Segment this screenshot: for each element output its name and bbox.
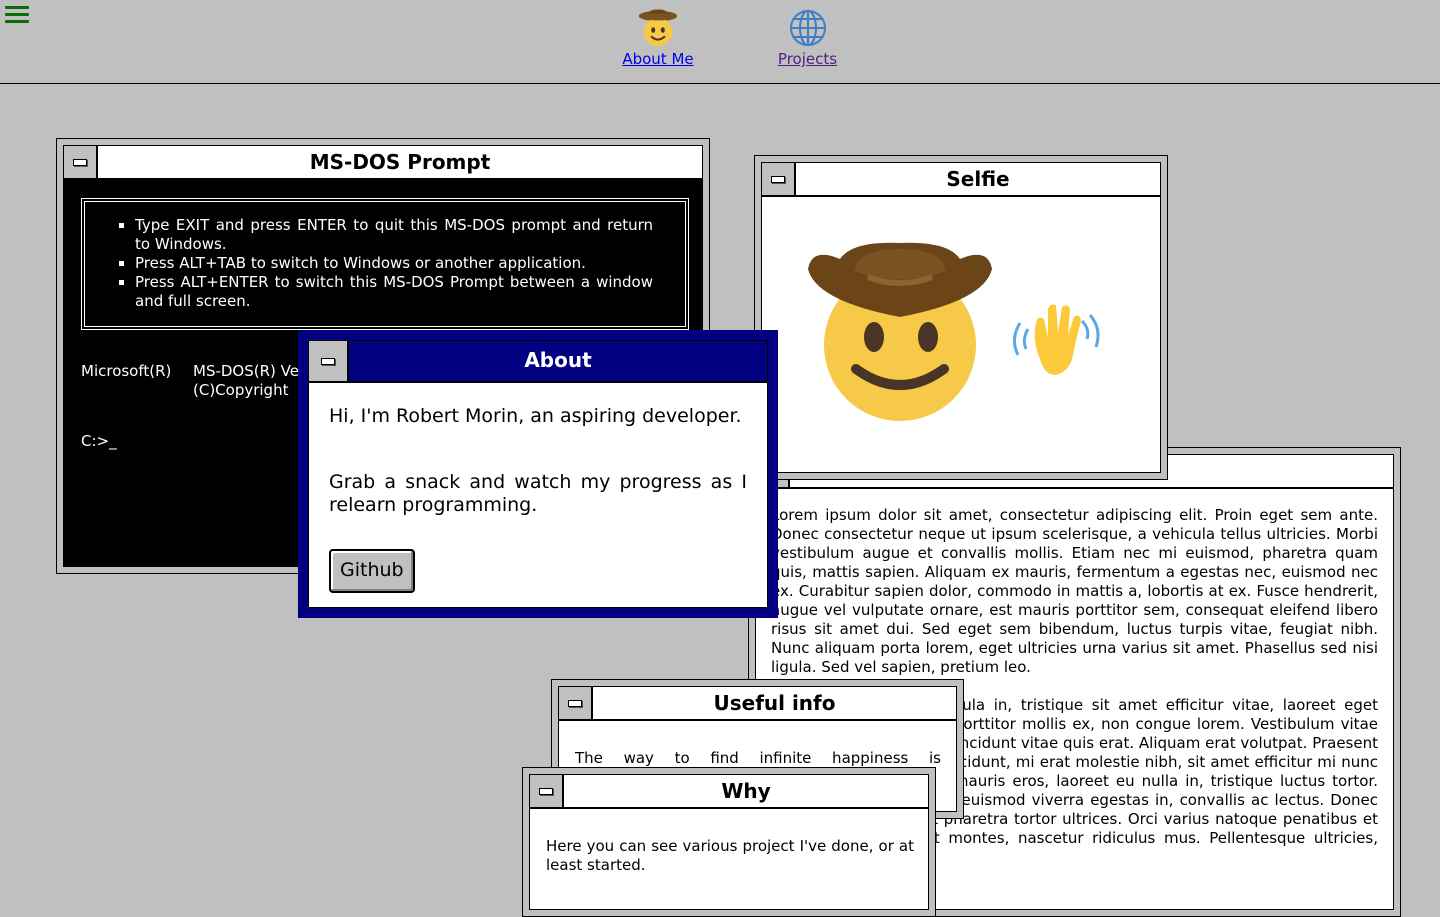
useful-info-text: The way to find infinite happiness is [575,749,941,767]
nav-item-projects[interactable]: Projects [776,6,839,68]
system-menu-button[interactable] [64,146,98,178]
hamburger-icon[interactable] [4,3,30,27]
version-left: Microsoft(R) [81,362,172,380]
system-menu-button[interactable] [762,163,796,195]
about-content: Hi, I'm Robert Morin, an aspiring develo… [309,383,767,607]
window-title: About [524,348,592,372]
system-menu-button[interactable] [309,341,349,381]
window-title: MS-DOS Prompt [309,150,491,174]
top-nav: About Me Projects [0,0,1440,84]
selfie-frame: Selfie [761,162,1161,473]
about-window[interactable]: About Hi, I'm Robert Morin, an aspiring … [298,330,778,618]
command-prompt[interactable]: C:>_ [81,432,117,450]
waving-hand-image [1013,304,1100,375]
nav-item-about-me[interactable]: About Me [620,6,696,68]
list-item: Press ALT+ENTER to switch this MS-DOS Pr… [135,273,653,311]
nav-link-projects[interactable]: Projects [778,50,837,68]
lorem-paragraph-1: Lorem ipsum dolor sit amet, consectetur … [771,506,1378,676]
window-title: Why [721,779,771,803]
system-menu-button[interactable] [559,687,593,719]
list-item: Press ALT+TAB to switch to Windows or an… [135,254,653,273]
msdos-help-list: Type EXIT and press ENTER to quit this M… [85,202,685,311]
list-item: Type EXIT and press ENTER to quit this M… [135,216,653,254]
selfie-content [762,197,1160,472]
useful-info-titlebar[interactable]: Useful info [559,687,956,721]
why-text: Here you can see various project I've do… [546,837,914,874]
version-line-2: (C)Copyright [193,381,289,399]
about-frame: About Hi, I'm Robert Morin, an aspiring … [308,340,768,608]
msdos-version-text: Microsoft(R) MS-DOS(R) Ve (C)Copyright [81,362,299,400]
about-titlebar[interactable]: About [309,341,767,383]
github-button[interactable]: Github [329,549,415,593]
msdos-help-box: Type EXIT and press ENTER to quit this M… [81,198,689,330]
msdos-titlebar[interactable]: MS-DOS Prompt [64,146,702,180]
selfie-titlebar[interactable]: Selfie [762,163,1160,197]
version-line-1: MS-DOS(R) Ve [193,362,299,380]
cowboy-icon [620,6,696,50]
globe-icon [776,6,839,50]
why-window[interactable]: Why Here you can see various project I'v… [522,767,936,917]
selfie-window[interactable]: Selfie [754,155,1168,480]
window-title: Useful info [713,691,836,715]
why-content: Here you can see various project I've do… [530,809,928,909]
system-menu-button[interactable] [530,775,564,807]
window-title: Selfie [946,167,1010,191]
about-intro-text: Hi, I'm Robert Morin, an aspiring develo… [329,405,742,427]
why-titlebar[interactable]: Why [530,775,928,809]
nav-link-about-me[interactable]: About Me [622,50,693,68]
why-frame: Why Here you can see various project I'v… [529,774,929,910]
about-progress-text: Grab a snack and watch my progress as I … [329,471,747,516]
cowboy-emoji-image [808,242,992,421]
